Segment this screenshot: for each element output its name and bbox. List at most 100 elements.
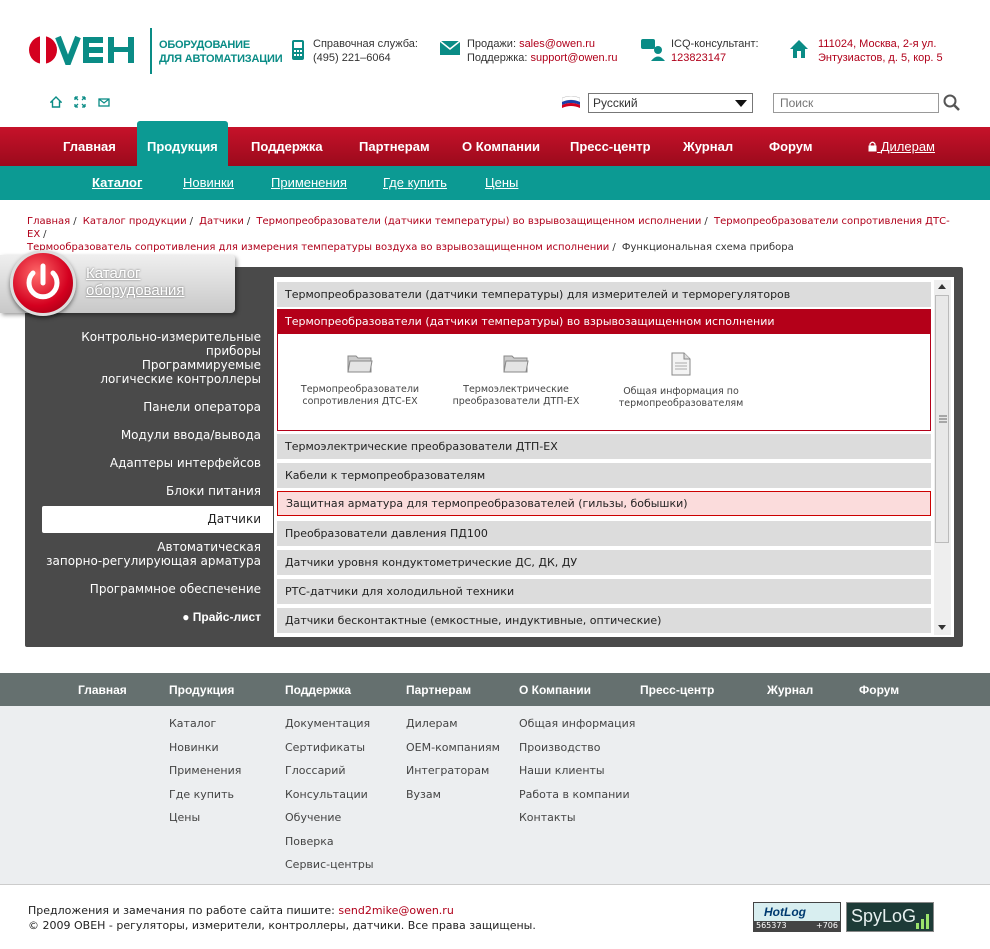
sidemenu-item-adapters[interactable]: Адаптеры интерфейсов [110, 456, 273, 470]
footer-link[interactable]: Поверка [285, 830, 374, 854]
footer-link[interactable]: Цены [169, 806, 241, 830]
sales-email-link[interactable]: sales@owen.ru [519, 38, 595, 50]
footer-nav-journal[interactable]: Журнал [767, 673, 813, 707]
breadcrumb-link[interactable]: Термопреобразователи (датчики температур… [256, 216, 701, 227]
footer-link[interactable]: Консультации [285, 783, 374, 807]
feedback-email-link[interactable]: send2mike@owen.ru [338, 904, 453, 917]
subnav-prices[interactable]: Цены [485, 166, 518, 200]
power-button-icon [10, 250, 76, 316]
footer-nav-forum[interactable]: Форум [859, 673, 899, 707]
nav-press[interactable]: Пресс-центр [570, 127, 651, 166]
catalog-title-link[interactable]: Каталог оборудования [86, 265, 184, 299]
sidemenu-item-power-supplies[interactable]: Блоки питания [166, 484, 273, 498]
lock-icon [868, 141, 877, 152]
footer-link[interactable]: Общая информация [519, 712, 635, 736]
main-navigation: Главная Продукция Поддержка Партнерам О … [0, 121, 990, 166]
category-row[interactable]: Термоэлектрические преобразователи ДТП-Е… [277, 434, 931, 459]
footer-link[interactable]: Контакты [519, 806, 635, 830]
footer-link[interactable]: Наши клиенты [519, 759, 635, 783]
footer-link[interactable]: Сертификаты [285, 736, 374, 760]
nav-partners[interactable]: Партнерам [359, 127, 430, 166]
subnav-new[interactable]: Новинки [183, 166, 234, 200]
footer-col-partners: Дилерам OEM-компаниям Интеграторам Вузам [406, 712, 500, 806]
breadcrumb-link[interactable]: Датчики [199, 216, 244, 227]
category-row[interactable]: РТС-датчики для холодильной техники [277, 579, 931, 604]
footer-link[interactable]: Глоссарий [285, 759, 374, 783]
price-list-link[interactable]: ● Прайс-лист [182, 610, 273, 624]
category-row[interactable]: Кабели к термопреобразователям [277, 463, 931, 488]
footer-nav-home[interactable]: Главная [78, 673, 127, 707]
search-icon[interactable] [943, 94, 961, 115]
subnav-catalog[interactable]: Каталог [92, 166, 142, 200]
footer-link[interactable]: Сервис-центры [285, 853, 374, 877]
nav-forum[interactable]: Форум [769, 127, 812, 166]
scroll-down-icon[interactable] [938, 625, 946, 630]
utility-icons [49, 96, 110, 108]
owen-logo[interactable] [28, 35, 138, 72]
sidemenu-item-instruments[interactable]: Контрольно-измерительные приборы [25, 330, 273, 358]
footer-nav-partners[interactable]: Партнерам [406, 673, 471, 707]
scroll-thumb[interactable] [935, 295, 949, 543]
category-row[interactable]: Термопреобразователи (датчики температур… [277, 282, 931, 307]
sidemenu-item-io-modules[interactable]: Модули ввода/вывода [121, 428, 273, 442]
category-row[interactable]: Датчики уровня кондуктометрические ДС, Д… [277, 550, 931, 575]
breadcrumb: Главная / Каталог продукции / Датчики / Тер… [27, 216, 950, 253]
category-row[interactable]: Преобразователи давления ПД100 [277, 521, 931, 546]
footer-link[interactable]: Применения [169, 759, 241, 783]
footer-link[interactable]: Новинки [169, 736, 241, 760]
category-row-hover[interactable]: Защитная арматура для термопреобразовате… [277, 491, 931, 516]
footer-nav-company[interactable]: О Компании [519, 673, 591, 707]
icq-number-link[interactable]: 123823147 [671, 51, 759, 65]
nav-support[interactable]: Поддержка [251, 127, 323, 166]
nav-products[interactable]: Продукция [137, 121, 228, 166]
footer-nav-products[interactable]: Продукция [169, 673, 234, 707]
footer-link[interactable]: Обучение [285, 806, 374, 830]
footer-link[interactable]: Интеграторам [406, 759, 500, 783]
footer-nav-support[interactable]: Поддержка [285, 673, 351, 707]
chevron-down-icon [735, 100, 747, 107]
sidemenu-item-valves[interactable]: Автоматическая запорно-регулирующая армат… [46, 540, 273, 568]
breadcrumb-link[interactable]: Главная [27, 216, 70, 227]
footer-link[interactable]: Производство [519, 736, 635, 760]
footer-col-support: Документация Сертификаты Глоссарий Консу… [285, 712, 374, 877]
nav-journal[interactable]: Журнал [683, 127, 733, 166]
support-email-link[interactable]: support@owen.ru [531, 52, 618, 64]
breadcrumb-link[interactable]: Каталог продукции [83, 216, 187, 227]
subnav-applications[interactable]: Применения [271, 166, 347, 200]
footer-divider [0, 884, 990, 885]
subcategory-dts-ex[interactable]: Термопреобразователи сопротивления ДТС-ЕХ [290, 352, 430, 408]
footer-link[interactable]: Вузам [406, 783, 500, 807]
subcategory-dtp-ex[interactable]: Термоэлектрические преобразователи ДТП-ЕХ [446, 352, 586, 408]
hotlog-counter-badge[interactable]: HotLog 565373 +706 [753, 902, 841, 932]
language-select[interactable]: Русский [588, 93, 753, 113]
category-row[interactable]: Датчики бесконтактные (емкостные, индукт… [277, 608, 931, 633]
nav-dealers[interactable]: Дилерам [868, 127, 935, 166]
footer-link[interactable]: Где купить [169, 783, 241, 807]
nav-company[interactable]: О Компании [462, 127, 540, 166]
sidemenu-item-plc[interactable]: Программируемые логические контроллеры [100, 358, 273, 386]
envelope-icon[interactable] [98, 96, 110, 108]
spylog-counter-badge[interactable]: SpyLoG [846, 902, 934, 932]
breadcrumb-link[interactable]: Термообразователь сопротивления для изме… [27, 242, 609, 253]
subcategory-general-info[interactable]: Общая информация по термопреобразователям [611, 352, 751, 410]
sidemenu-item-sensors[interactable]: Датчики [42, 506, 273, 533]
footer-link[interactable]: OEM-компаниям [406, 736, 500, 760]
footer-link[interactable]: Документация [285, 712, 374, 736]
footer-link[interactable]: Дилерам [406, 712, 500, 736]
footer-nav-press[interactable]: Пресс-центр [640, 673, 714, 707]
subnav-where-to-buy[interactable]: Где купить [383, 166, 447, 200]
footer-link[interactable]: Каталог [169, 712, 241, 736]
logo-tagline: ОБОРУДОВАНИЕ ДЛЯ АВТОМАТИЗАЦИИ [159, 39, 283, 65]
nav-home[interactable]: Главная [63, 127, 116, 166]
bar-graph-icon [916, 914, 929, 929]
home-icon[interactable] [49, 96, 63, 108]
sidemenu-item-panels[interactable]: Панели оператора [143, 400, 273, 414]
russian-flag-icon [561, 95, 581, 108]
sitemap-icon[interactable] [74, 96, 86, 108]
sidemenu-item-software[interactable]: Программное обеспечение [90, 582, 273, 596]
scroll-up-icon[interactable] [938, 284, 946, 289]
category-row-selected[interactable]: Термопреобразователи (датчики температур… [277, 309, 931, 334]
search-input[interactable] [773, 93, 939, 113]
scrollbar[interactable] [934, 280, 951, 635]
footer-link[interactable]: Работа в компании [519, 783, 635, 807]
